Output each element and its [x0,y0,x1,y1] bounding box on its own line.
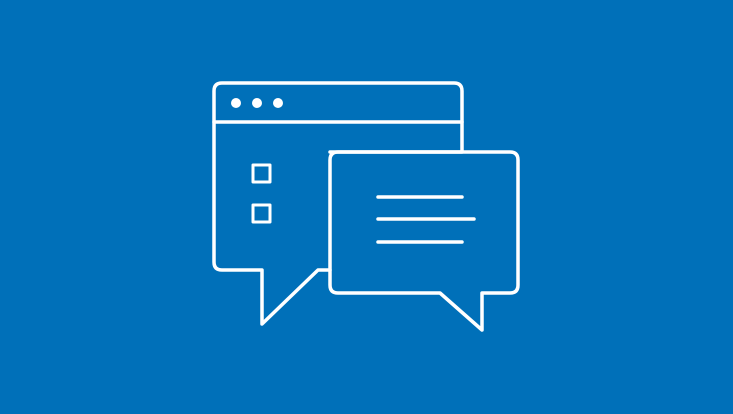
window-dot-icon [273,98,283,108]
banner-canvas [0,0,733,414]
window-dot-icon [231,98,241,108]
window-dot-icon [252,98,262,108]
chat-illustration [0,0,733,414]
background [0,0,733,414]
